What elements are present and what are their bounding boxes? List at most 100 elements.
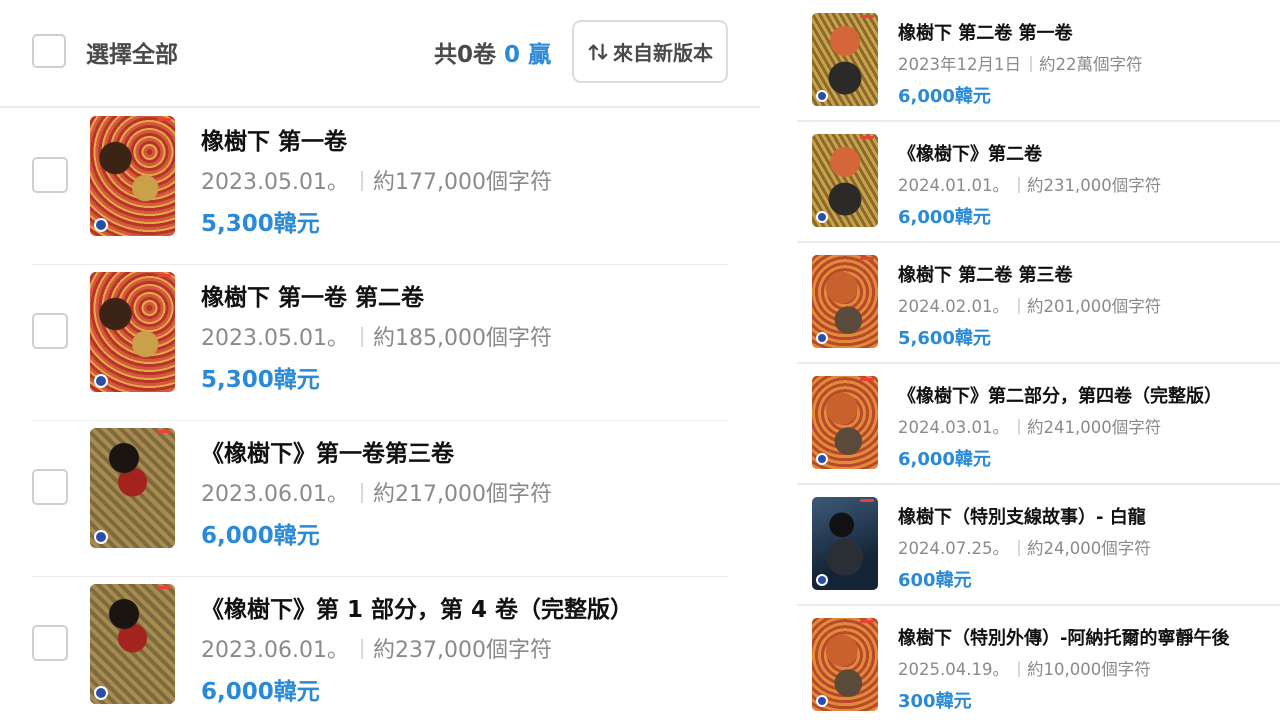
meta-divider <box>360 327 363 347</box>
item-chars: 約231,000個字符 <box>1026 176 1162 195</box>
cover-image <box>90 584 175 704</box>
item-meta: 2023.05.01。 約185,000個字符 <box>201 320 552 352</box>
cover-image <box>812 255 878 348</box>
list-item[interactable]: 《橡樹下》第一卷第三卷 2023.06.01。 約217,000個字符 6,000… <box>32 420 728 577</box>
item-price: 6,000韓元 <box>898 86 991 107</box>
book-cover[interactable] <box>90 584 175 704</box>
list-item[interactable]: 橡樹下 第一卷 2023.05.01。 約177,000個字符 5,300韓元 <box>32 108 728 265</box>
badge-icon <box>816 574 828 586</box>
meta-divider <box>1017 419 1020 435</box>
list-item[interactable]: 橡樹下（特別外傳）-阿納托爾的寧靜午後 2025.04.19。 約10,000個字… <box>797 605 1280 720</box>
item-date: 2024.03.01。 <box>898 418 1009 437</box>
item-date: 2023.05.01。 <box>201 326 349 351</box>
book-cover[interactable] <box>90 116 175 236</box>
badge-icon <box>816 211 828 223</box>
item-chars: 約217,000個字符 <box>372 482 552 507</box>
meta-divider <box>1030 56 1032 72</box>
item-checkbox[interactable] <box>32 313 68 349</box>
select-all-label[interactable]: 選擇全部 <box>86 35 178 69</box>
badge-icon <box>816 332 828 344</box>
meta-divider <box>1017 298 1020 314</box>
item-date: 2023.06.01。 <box>201 638 349 663</box>
item-title[interactable]: 橡樹下（特別支線故事）- 白龍 <box>898 503 1146 529</box>
book-cover[interactable] <box>90 428 175 548</box>
item-price: 5,300韓元 <box>201 367 320 393</box>
item-price: 5,300韓元 <box>201 211 320 237</box>
item-meta: 2025.04.19。 約10,000個字符 <box>898 656 1151 680</box>
badge-icon <box>816 695 828 707</box>
list-item[interactable]: 《橡樹下》第 1 部分，第 4 卷（完整版） 2023.06.01。 約237,0… <box>32 576 728 720</box>
item-title[interactable]: 橡樹下（特別外傳）-阿納托爾的寧靜午後 <box>898 624 1229 650</box>
meta-divider <box>360 483 363 503</box>
select-all-checkbox[interactable] <box>32 34 66 68</box>
cover-tag <box>157 586 171 589</box>
badge-icon <box>94 374 108 388</box>
item-checkbox[interactable] <box>32 157 68 193</box>
left-panel: 選擇全部 共0卷 0 贏 來自新版本 橡樹下 第一卷 2023.05.01。 約1… <box>0 0 760 720</box>
badge-icon <box>816 453 828 465</box>
item-chars: 約237,000個字符 <box>372 638 552 663</box>
list-item[interactable]: 橡樹下 第二卷 第三卷 2024.02.01。 約201,000個字符 5,600… <box>797 242 1280 364</box>
book-cover[interactable] <box>812 134 878 227</box>
item-meta: 2023年12月1日 約22萬個字符 <box>898 51 1143 75</box>
item-price: 6,000韓元 <box>898 449 991 470</box>
list-item[interactable]: 橡樹下（特別支線故事）- 白龍 2024.07.25。 約24,000個字符 60… <box>797 484 1280 606</box>
list-item[interactable]: 橡樹下 第一卷 第二卷 2023.05.01。 約185,000個字符 5,300… <box>32 264 728 421</box>
item-chars: 約22萬個字符 <box>1039 55 1143 74</box>
item-title[interactable]: 《橡樹下》第一卷第三卷 <box>201 434 454 468</box>
cover-tag <box>157 118 171 121</box>
item-price: 600韓元 <box>898 570 972 591</box>
book-cover[interactable] <box>812 255 878 348</box>
item-meta: 2024.03.01。 約241,000個字符 <box>898 414 1161 438</box>
cover-tag <box>860 136 874 139</box>
list-item[interactable]: 《橡樹下》第二卷 2024.01.01。 約231,000個字符 6,000韓元 <box>797 121 1280 243</box>
item-title[interactable]: 《橡樹下》第二卷 <box>898 140 1042 166</box>
book-cover[interactable] <box>812 376 878 469</box>
right-panel: 橡樹下 第二卷 第一卷 2023年12月1日 約22萬個字符 6,000韓元 《橡… <box>797 0 1280 720</box>
item-chars: 約201,000個字符 <box>1026 297 1162 316</box>
list-item[interactable]: 《橡樹下》第二部分，第四卷（完整版） 2024.03.01。 約241,000個字… <box>797 363 1280 485</box>
cover-image <box>812 497 878 590</box>
cover-tag <box>860 620 874 623</box>
item-price: 300韓元 <box>898 691 972 712</box>
item-price: 5,600韓元 <box>898 328 991 349</box>
item-title[interactable]: 橡樹下 第一卷 <box>201 122 347 156</box>
cover-tag <box>860 378 874 381</box>
item-chars: 約10,000個字符 <box>1026 660 1151 679</box>
item-date: 2024.01.01。 <box>898 176 1009 195</box>
item-chars: 約177,000個字符 <box>372 170 552 195</box>
item-chars: 約24,000個字符 <box>1026 539 1151 558</box>
badge-icon <box>94 530 108 544</box>
item-chars: 約241,000個字符 <box>1026 418 1162 437</box>
item-checkbox[interactable] <box>32 625 68 661</box>
item-title[interactable]: 橡樹下 第一卷 第二卷 <box>201 278 424 312</box>
badge-icon <box>816 90 828 102</box>
item-meta: 2024.01.01。 約231,000個字符 <box>898 172 1161 196</box>
list-item[interactable]: 橡樹下 第二卷 第一卷 2023年12月1日 約22萬個字符 6,000韓元 <box>797 0 1280 122</box>
meta-divider <box>1017 177 1020 193</box>
cover-image <box>812 376 878 469</box>
item-title[interactable]: 橡樹下 第二卷 第一卷 <box>898 19 1073 45</box>
item-title[interactable]: 橡樹下 第二卷 第三卷 <box>898 261 1073 287</box>
item-date: 2025.04.19。 <box>898 660 1009 679</box>
book-cover[interactable] <box>812 618 878 711</box>
count-prefix: 共0卷 <box>434 42 497 68</box>
sort-button[interactable]: 來自新版本 <box>572 20 728 83</box>
meta-divider <box>360 639 363 659</box>
count-suffix: 贏 <box>528 42 552 68</box>
cover-image <box>812 13 878 106</box>
book-cover[interactable] <box>812 497 878 590</box>
item-meta: 2023.05.01。 約177,000個字符 <box>201 164 552 196</box>
item-meta: 2023.06.01。 約237,000個字符 <box>201 632 552 664</box>
cover-tag <box>157 274 171 277</box>
cover-tag <box>157 430 171 433</box>
book-cover[interactable] <box>90 272 175 392</box>
book-cover[interactable] <box>812 13 878 106</box>
sort-arrows-icon <box>588 43 608 60</box>
item-price: 6,000韓元 <box>898 207 991 228</box>
item-checkbox[interactable] <box>32 469 68 505</box>
badge-icon <box>94 218 108 232</box>
item-title[interactable]: 《橡樹下》第 1 部分，第 4 卷（完整版） <box>201 590 633 624</box>
sort-label: 來自新版本 <box>613 41 713 65</box>
item-title[interactable]: 《橡樹下》第二部分，第四卷（完整版） <box>898 382 1222 408</box>
